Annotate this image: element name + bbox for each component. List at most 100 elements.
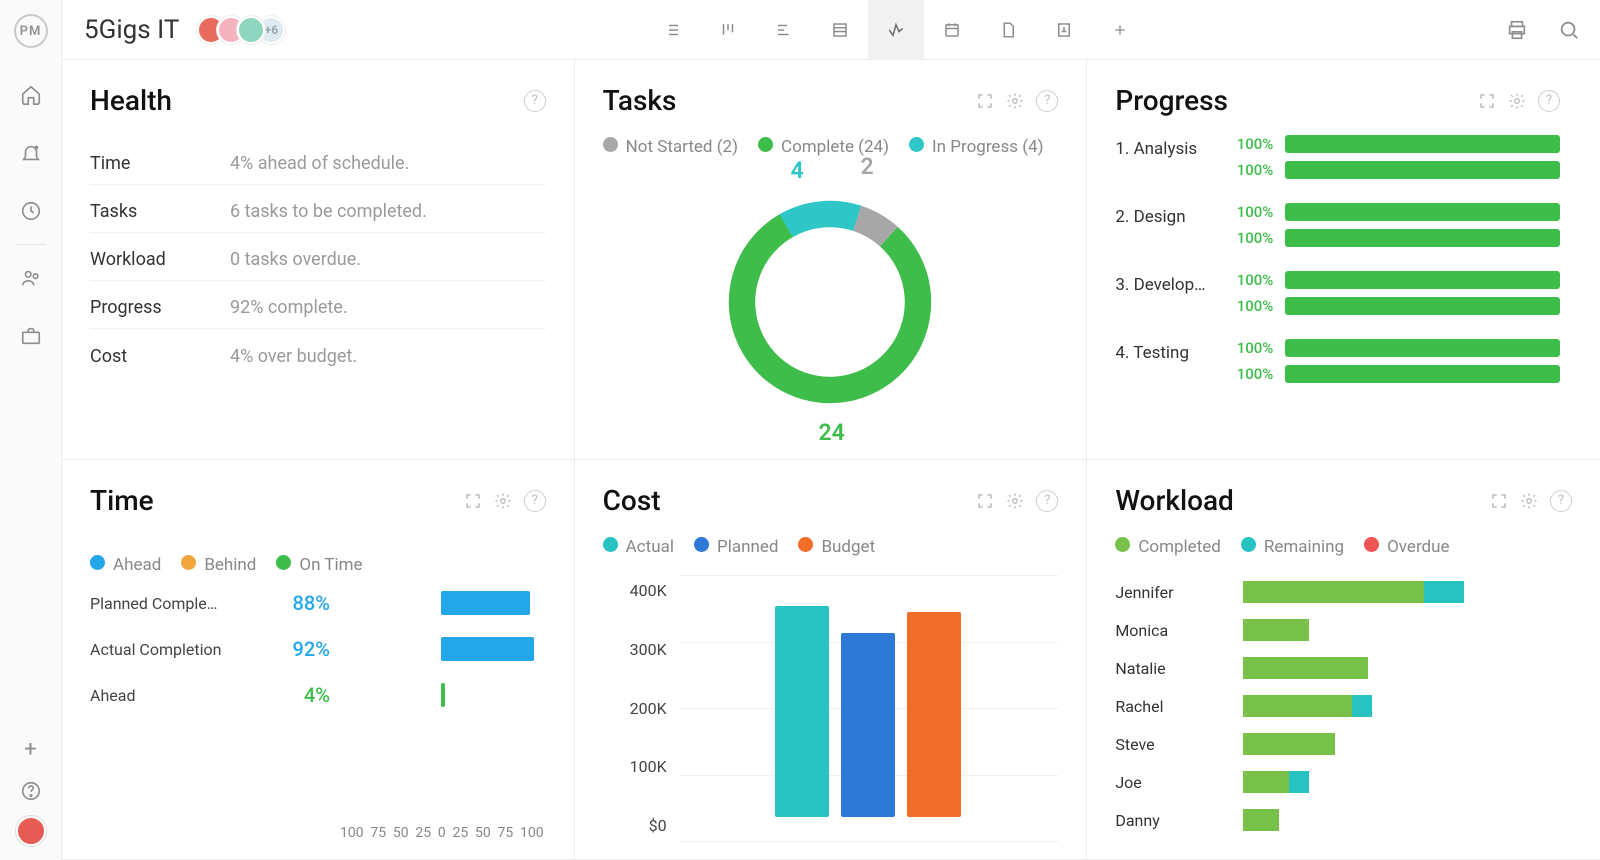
y-tick: 400K: [630, 581, 667, 600]
help-icon[interactable]: ?: [524, 490, 546, 512]
gear-icon[interactable]: [1006, 492, 1024, 510]
view-board-icon[interactable]: [700, 0, 756, 60]
progress-bar: [1285, 297, 1560, 315]
bell-icon[interactable]: [18, 140, 44, 166]
legend-item: Completed: [1115, 537, 1221, 557]
panel-progress: Progress ? 1. Analysis100%100%2. Design1…: [1087, 60, 1600, 460]
view-add-icon[interactable]: [1092, 0, 1148, 60]
help-icon[interactable]: ?: [1550, 490, 1572, 512]
workload-seg: [1243, 733, 1335, 755]
view-dashboard-icon[interactable]: [868, 0, 924, 60]
view-report-icon[interactable]: [1036, 0, 1092, 60]
help-icon[interactable]: ?: [1036, 90, 1058, 112]
view-list-icon[interactable]: [644, 0, 700, 60]
workload-row: Jennifer: [1115, 573, 1572, 611]
view-gantt-icon[interactable]: [756, 0, 812, 60]
axis-tick: 75: [370, 825, 386, 841]
y-tick: 100K: [630, 757, 667, 776]
health-value: 0 tasks overdue.: [230, 249, 361, 270]
expand-icon[interactable]: [976, 492, 994, 510]
help-icon[interactable]: [20, 780, 42, 802]
legend-item: Budget: [798, 537, 875, 557]
help-icon[interactable]: ?: [1538, 90, 1560, 112]
progress-pct: 100%: [1225, 297, 1273, 315]
panel-workload: Workload ? CompletedRemainingOverdue Jen…: [1087, 460, 1600, 860]
workload-seg: [1243, 695, 1351, 717]
health-row: Cost4% over budget.: [90, 335, 546, 377]
sidebar: PM +: [0, 0, 62, 860]
progress-name: 4. Testing: [1115, 339, 1225, 363]
axis-tick: 50: [475, 825, 491, 841]
progress-bar: [1285, 203, 1560, 221]
print-icon[interactable]: [1506, 19, 1528, 41]
add-button[interactable]: +: [24, 737, 36, 762]
cost-bar: [907, 612, 961, 817]
expand-icon[interactable]: [976, 92, 994, 110]
workload-row: Natalie: [1115, 649, 1572, 687]
gear-icon[interactable]: [494, 492, 512, 510]
workload-row: Steve: [1115, 725, 1572, 763]
y-tick: $0: [649, 816, 667, 835]
expand-icon[interactable]: [1490, 492, 1508, 510]
time-row-pct: 92%: [250, 637, 330, 661]
health-value: 92% complete.: [230, 297, 348, 318]
progress-pct: 100%: [1225, 135, 1273, 153]
workload-name: Danny: [1115, 811, 1243, 830]
progress-pct: 100%: [1225, 365, 1273, 383]
axis-tick: 50: [393, 825, 409, 841]
app-logo[interactable]: PM: [14, 14, 48, 48]
workload-seg: [1243, 581, 1424, 603]
cost-bar: [775, 606, 829, 817]
member-avatars[interactable]: +6: [205, 16, 285, 44]
panel-title-cost: Cost: [603, 484, 977, 517]
gear-icon[interactable]: [1006, 92, 1024, 110]
expand-icon[interactable]: [1478, 92, 1496, 110]
panel-health: Health ? Time4% ahead of schedule.Tasks6…: [62, 60, 575, 460]
workload-seg: [1243, 619, 1309, 641]
view-sheet-icon[interactable]: [812, 0, 868, 60]
progress-row: 2. Design100%100%: [1115, 203, 1560, 247]
progress-name: 2. Design: [1115, 203, 1225, 227]
tasks-donut: 4224: [603, 163, 1059, 441]
progress-row: 1. Analysis100%100%: [1115, 135, 1560, 179]
panel-time: Time ? AheadBehindOn Time Planned Comple…: [62, 460, 575, 860]
expand-icon[interactable]: [464, 492, 482, 510]
search-icon[interactable]: [1558, 19, 1580, 41]
axis-tick: 100: [340, 825, 364, 841]
gear-icon[interactable]: [1520, 492, 1538, 510]
view-file-icon[interactable]: [980, 0, 1036, 60]
legend-item: Not Started (2): [603, 137, 738, 157]
panel-tasks: Tasks ? Not Started (2)Complete (24)In P…: [575, 60, 1088, 460]
panel-title-health: Health: [90, 84, 524, 117]
gear-icon[interactable]: [1508, 92, 1526, 110]
workload-name: Monica: [1115, 621, 1243, 640]
workload-row: Joe: [1115, 763, 1572, 801]
y-tick: 200K: [630, 699, 667, 718]
workload-seg: [1352, 695, 1372, 717]
progress-row: 3. Develop…100%100%: [1115, 271, 1560, 315]
clock-icon[interactable]: [18, 198, 44, 224]
workload-name: Rachel: [1115, 697, 1243, 716]
legend-item: In Progress (4): [909, 137, 1043, 157]
health-row: Workload0 tasks overdue.: [90, 239, 546, 281]
view-switcher: [305, 0, 1486, 60]
axis-tick: 75: [497, 825, 513, 841]
cost-bar: [841, 633, 895, 817]
workload-row: Monica: [1115, 611, 1572, 649]
home-icon[interactable]: [18, 82, 44, 108]
axis-tick: 0: [438, 825, 446, 841]
time-bar: [441, 637, 534, 661]
help-icon[interactable]: ?: [524, 90, 546, 112]
user-avatar[interactable]: [16, 816, 46, 846]
view-calendar-icon[interactable]: [924, 0, 980, 60]
help-icon[interactable]: ?: [1036, 490, 1058, 512]
time-bar: [441, 591, 530, 615]
team-icon[interactable]: [18, 265, 44, 291]
progress-name: 3. Develop…: [1115, 271, 1225, 295]
progress-pct: 100%: [1225, 229, 1273, 247]
panel-title-tasks: Tasks: [603, 84, 977, 117]
briefcase-icon[interactable]: [18, 323, 44, 349]
time-row: Actual Completion92%: [90, 635, 542, 663]
panel-cost: Cost ? ActualPlannedBudget 400K300K200K1…: [575, 460, 1088, 860]
axis-tick: 100: [520, 825, 544, 841]
